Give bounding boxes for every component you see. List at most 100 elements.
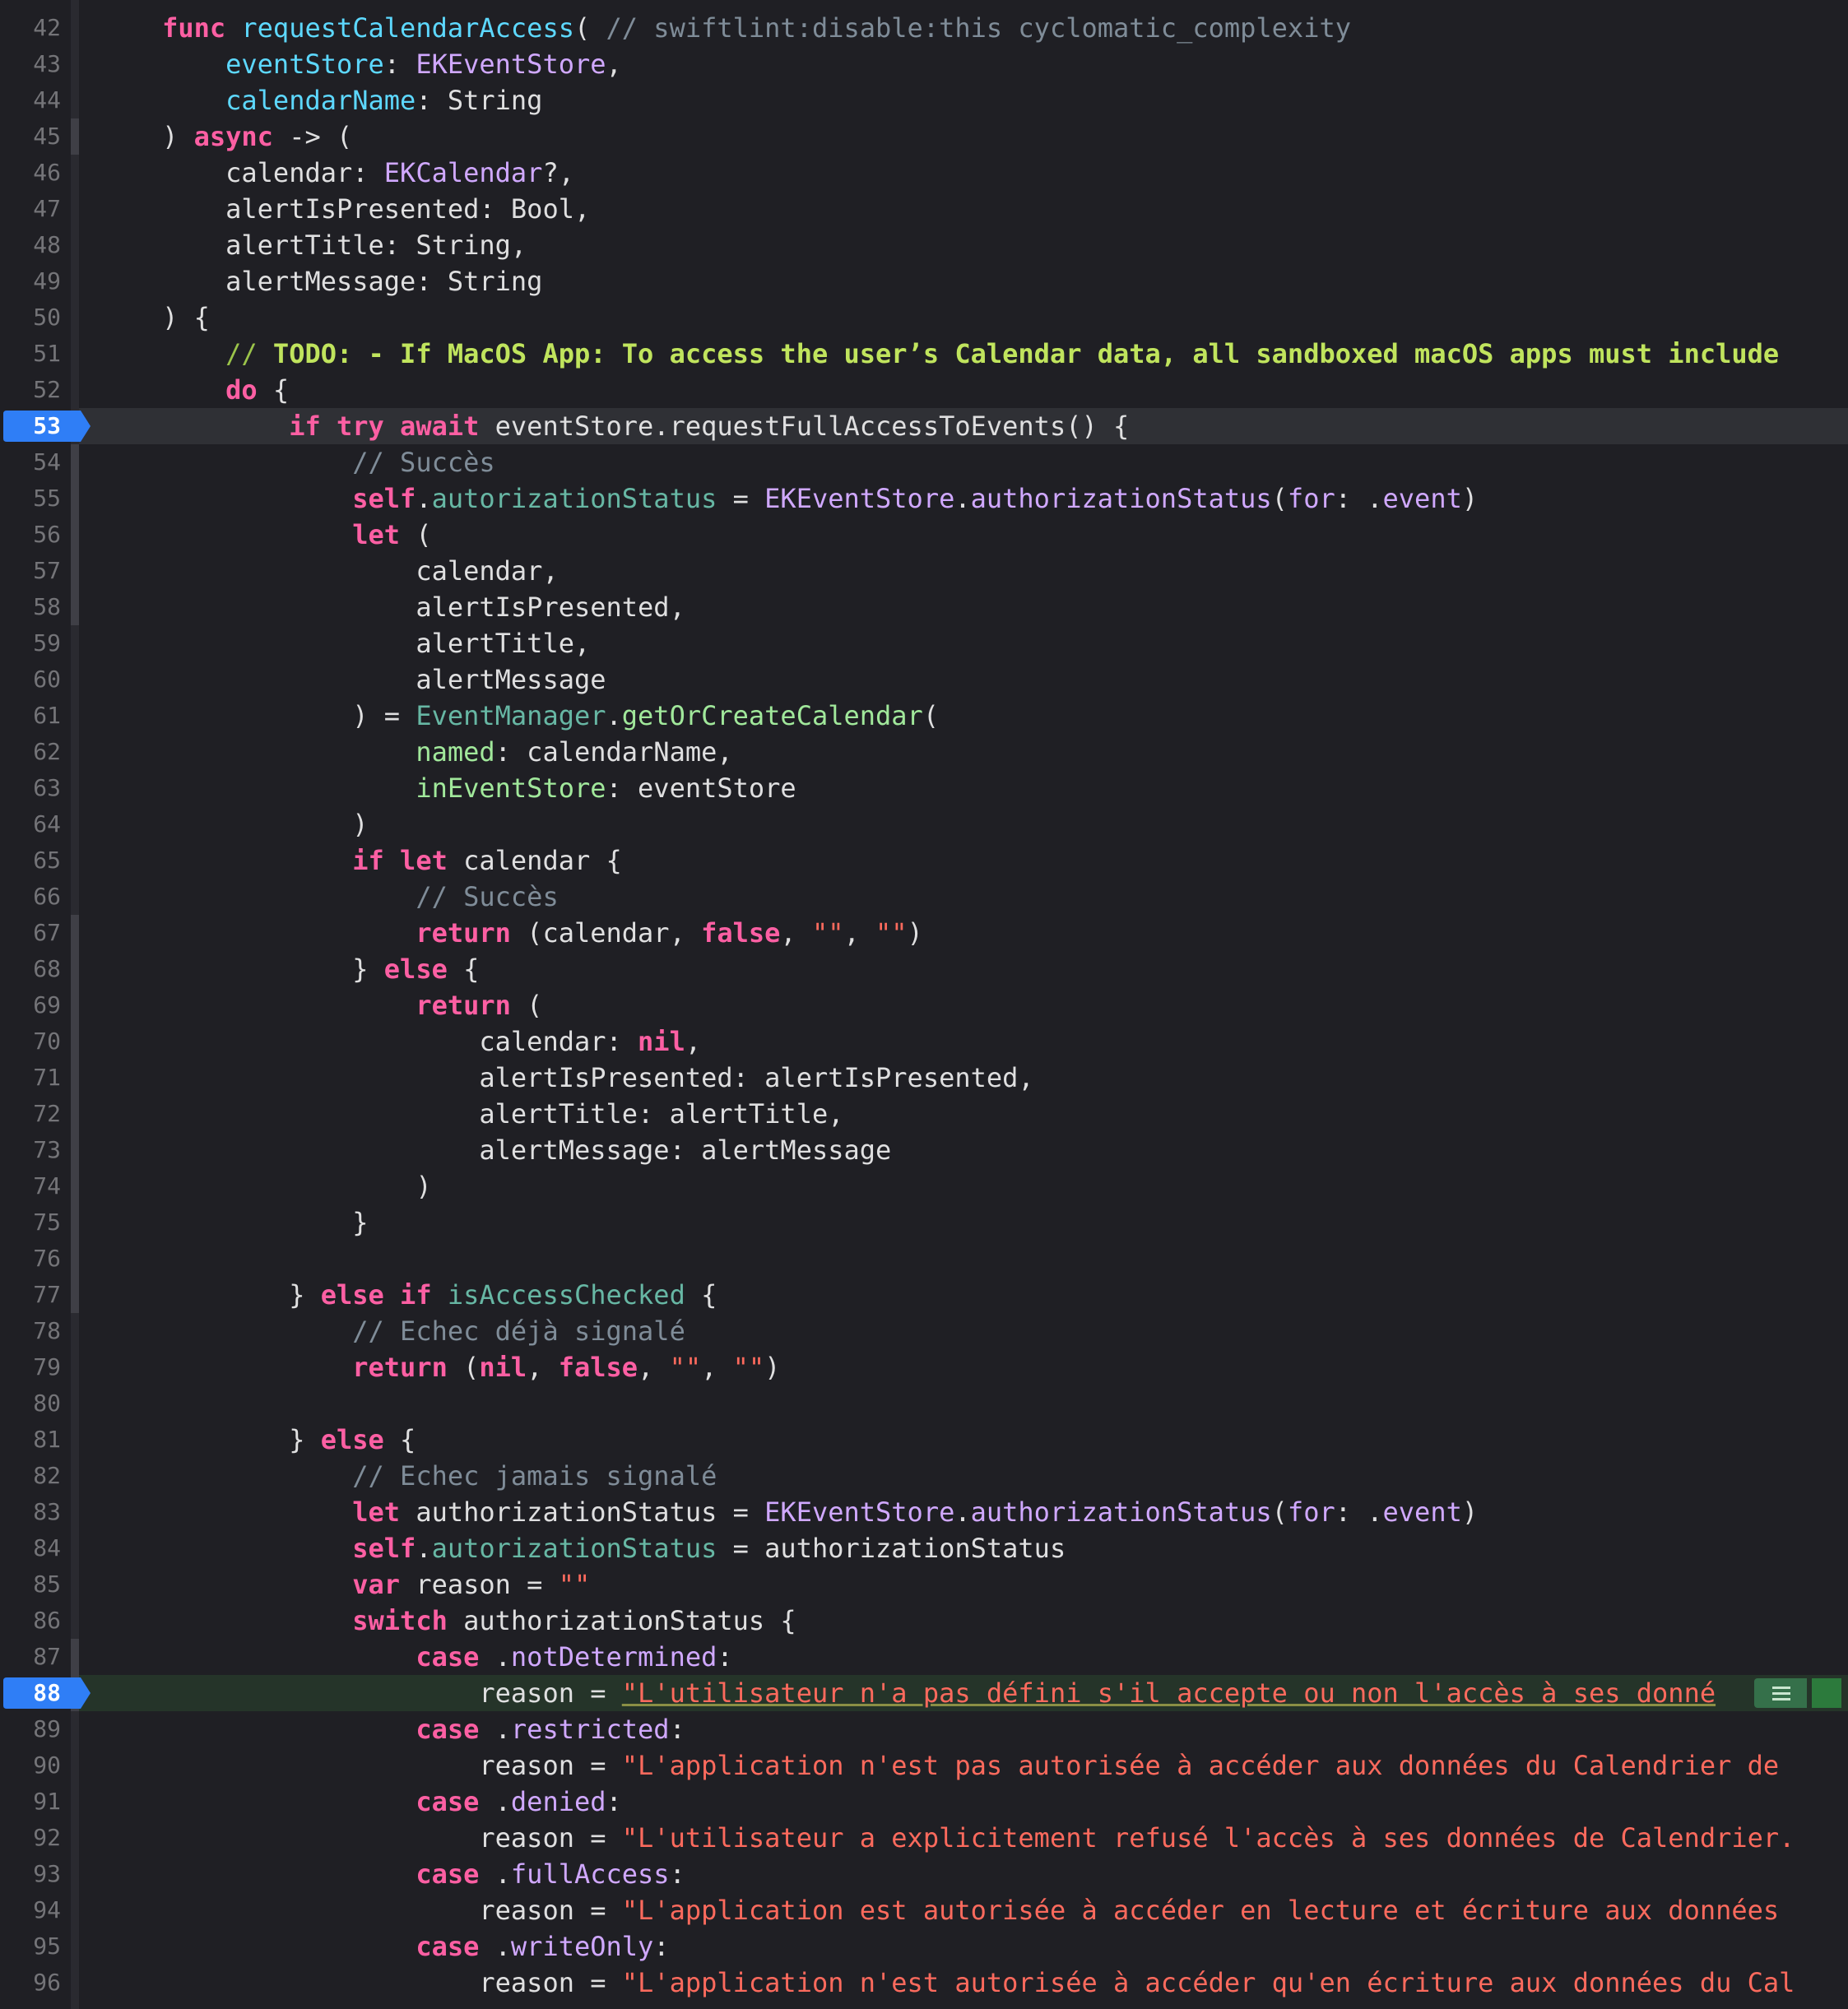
fold-indicator[interactable] [71,118,79,155]
code-line[interactable]: 73 alertMessage: alertMessage [0,1132,1848,1168]
code-line[interactable]: 72 alertTitle: alertTitle, [0,1096,1848,1132]
code-text[interactable]: self.autorizationStatus = authorizationS… [99,1530,1066,1566]
code-text[interactable]: let authorizationStatus = EKEventStore.a… [99,1494,1478,1530]
code-line[interactable]: 69 return ( [0,987,1848,1023]
code-line[interactable]: 58 alertIsPresented, [0,589,1848,625]
code-text[interactable]: // Succès [99,444,495,480]
code-line[interactable]: 95 case .writeOnly: [0,1928,1848,1965]
code-line[interactable]: 61 ) = EventManager.getOrCreateCalendar( [0,698,1848,734]
code-line[interactable]: 77 } else if isAccessChecked { [0,1277,1848,1313]
code-line[interactable]: 92 reason = "L'utilisateur a expliciteme… [0,1820,1848,1856]
code-line[interactable]: 64 ) [0,806,1848,842]
code-text[interactable]: inEventStore: eventStore [99,770,796,806]
code-text[interactable]: // Echec jamais signalé [99,1458,717,1494]
code-text[interactable]: calendar: nil, [99,1023,701,1060]
code-text[interactable]: calendarName: String [99,82,542,118]
code-text[interactable]: ) = EventManager.getOrCreateCalendar( [99,698,939,734]
code-line[interactable]: 44 calendarName: String [0,82,1848,118]
code-line[interactable]: 91 case .denied: [0,1784,1848,1820]
code-line[interactable]: 46 calendar: EKCalendar?, [0,155,1848,191]
fold-indicator[interactable] [71,480,79,625]
issue-menu-icon[interactable] [1754,1678,1807,1708]
code-text[interactable]: func requestCalendarAccess( // swiftlint… [99,10,1351,46]
code-text[interactable]: alertIsPresented, [99,589,685,625]
code-line[interactable]: 82 // Echec jamais signalé [0,1458,1848,1494]
code-text[interactable]: reason = "L'application est autorisée à … [99,1892,1779,1928]
code-line[interactable]: 45 ) async -> ( [0,118,1848,155]
code-text[interactable]: let ( [99,517,431,553]
code-line[interactable]: 63 inEventStore: eventStore [0,770,1848,806]
code-line[interactable]: 75 } [0,1204,1848,1241]
code-line[interactable]: 70 calendar: nil, [0,1023,1848,1060]
code-line[interactable]: 71 alertIsPresented: alertIsPresented, [0,1060,1848,1096]
breakpoint-marker[interactable]: 88 [3,1677,91,1709]
code-text[interactable]: return (calendar, false, "", "") [99,915,923,951]
code-line[interactable]: 55 self.autorizationStatus = EKEventStor… [0,480,1848,517]
code-line[interactable]: 67 return (calendar, false, "", "") [0,915,1848,951]
code-line[interactable]: 48 alertTitle: String, [0,227,1848,263]
code-line[interactable]: 87 case .notDetermined: [0,1639,1848,1675]
code-text[interactable]: self.autorizationStatus = EKEventStore.a… [99,480,1478,517]
code-text[interactable]: // Succès [99,879,558,915]
code-text[interactable]: case .fullAccess: [99,1856,685,1892]
code-editor[interactable]: 42 func requestCalendarAccess( // swiftl… [0,0,1848,2009]
code-text[interactable]: } else { [99,951,479,987]
code-line[interactable]: 52 do { [0,372,1848,408]
code-line[interactable]: 93 case .fullAccess: [0,1856,1848,1892]
code-text[interactable]: reason = "L'utilisateur a explicitement … [99,1820,1795,1856]
code-line[interactable]: 66 // Succès [0,879,1848,915]
code-line[interactable]: 96 reason = "L'application n'est autoris… [0,1965,1848,2001]
code-line[interactable]: 56 let ( [0,517,1848,553]
code-line[interactable]: 78 // Echec déjà signalé [0,1313,1848,1349]
code-text[interactable]: alertIsPresented: Bool, [99,191,590,227]
code-text[interactable]: alertTitle, [99,625,590,661]
code-line[interactable]: 86 switch authorizationStatus { [0,1603,1848,1639]
code-line[interactable]: 53 if try await eventStore.requestFullAc… [0,408,1848,444]
code-line[interactable]: 47 alertIsPresented: Bool, [0,191,1848,227]
code-text[interactable]: alertMessage: alertMessage [99,1132,891,1168]
code-text[interactable]: alertIsPresented: alertIsPresented, [99,1060,1033,1096]
code-line[interactable]: 43 eventStore: EKEventStore, [0,46,1848,82]
code-text[interactable]: calendar: EKCalendar?, [99,155,574,191]
code-text[interactable]: alertTitle: String, [99,227,527,263]
code-line[interactable]: 42 func requestCalendarAccess( // swiftl… [0,10,1848,46]
code-text[interactable]: return (nil, false, "", "") [99,1349,780,1385]
code-line[interactable]: 88 reason = "L'utilisateur n'a pas défin… [0,1675,1848,1711]
code-text[interactable]: alertTitle: alertTitle, [99,1096,843,1132]
code-line[interactable]: 60 alertMessage [0,661,1848,698]
code-line[interactable]: 65 if let calendar { [0,842,1848,879]
code-line[interactable]: 59 alertTitle, [0,625,1848,661]
fold-indicator[interactable] [71,1241,79,1313]
fold-indicator[interactable] [71,444,79,480]
code-text[interactable]: case .denied: [99,1784,621,1820]
code-line[interactable]: 68 } else { [0,951,1848,987]
code-text[interactable]: } [99,1204,368,1241]
code-line[interactable]: 80 [0,1385,1848,1422]
code-line[interactable]: 57 calendar, [0,553,1848,589]
code-text[interactable]: ) { [99,299,210,336]
code-text[interactable]: switch authorizationStatus { [99,1603,796,1639]
code-text[interactable]: ) [99,1168,431,1204]
code-line[interactable]: 79 return (nil, false, "", "") [0,1349,1848,1385]
code-text[interactable]: reason = "L'application n'est autorisée … [99,1965,1795,2001]
code-text[interactable]: ) async -> ( [99,118,352,155]
code-line[interactable]: 90 reason = "L'application n'est pas aut… [0,1747,1848,1784]
code-line[interactable]: 62 named: calendarName, [0,734,1848,770]
code-line[interactable]: 85 var reason = "" [0,1566,1848,1603]
code-line[interactable]: 76 [0,1241,1848,1277]
breakpoint-marker[interactable]: 53 [3,411,91,442]
code-text[interactable]: reason = "L'application n'est pas autori… [99,1747,1779,1784]
code-text[interactable]: // Echec déjà signalé [99,1313,685,1349]
code-line[interactable]: 49 alertMessage: String [0,263,1848,299]
code-line[interactable]: 54 // Succès [0,444,1848,480]
fold-indicator[interactable] [71,987,79,1241]
code-line[interactable]: 89 case .restricted: [0,1711,1848,1747]
code-text[interactable]: if try await eventStore.requestFullAcces… [99,408,1129,444]
code-line[interactable]: 51 // TODO: - If MacOS App: To access th… [0,336,1848,372]
code-text[interactable]: do { [99,372,289,408]
code-text[interactable]: reason = "L'utilisateur n'a pas défini s… [99,1675,1716,1711]
code-text[interactable]: return ( [99,987,542,1023]
code-line[interactable]: 83 let authorizationStatus = EKEventStor… [0,1494,1848,1530]
code-line[interactable]: 50 ) { [0,299,1848,336]
code-line[interactable]: 81 } else { [0,1422,1848,1458]
